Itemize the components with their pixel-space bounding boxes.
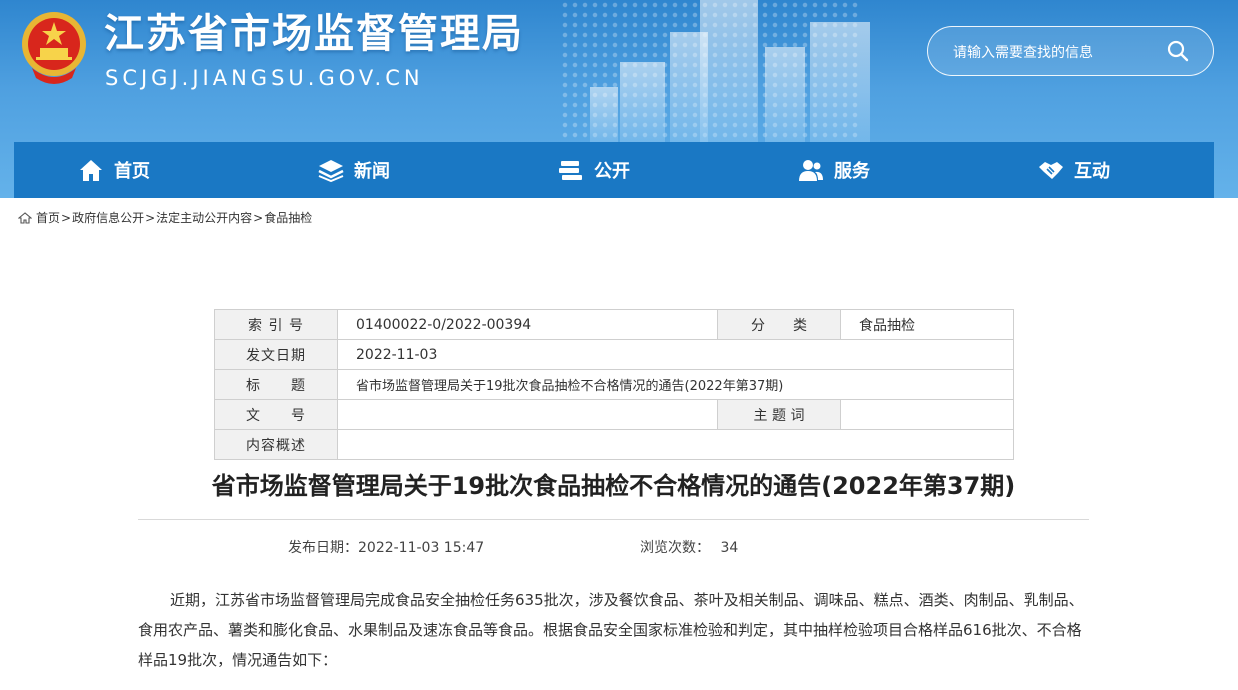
docno-value [337,399,718,430]
article-title: 省市场监督管理局关于19批次食品抽检不合格情况的通告(2022年第37期) [211,472,1016,500]
keyword-label: 主 题 词 [717,399,841,430]
search-input[interactable]: 请输入需要查找的信息 [953,42,1093,62]
index-value: 01400022-0/2022-00394 [337,309,718,340]
publish-value: 2022-11-03 15:47 [358,540,485,556]
keyword-value [840,399,1014,430]
nav-label: 公开 [594,161,630,182]
people-icon [799,160,823,181]
site-title[interactable]: 江苏省市场监督管理局 [104,8,524,60]
header-building [765,47,805,142]
header-building [810,22,870,142]
title-label: 标 题 [214,369,338,400]
document-info-table: 索 引 号 01400022-0/2022-00394 分 类 食品抽检 发文日… [214,309,1014,460]
breadcrumb: 首页 > 政府信息公开 > 法定主动公开内容 > 食品抽检 [18,209,312,226]
table-row: 索 引 号 01400022-0/2022-00394 分 类 食品抽检 [214,309,1014,340]
header-building [620,62,665,142]
header-building [590,87,618,142]
table-row: 发文日期 2022-11-03 [214,339,1014,370]
handshake-icon [1039,162,1063,179]
date-label: 发文日期 [214,339,338,370]
national-emblem-icon[interactable] [18,8,90,88]
table-row: 内容概述 [214,429,1014,460]
divider [138,519,1089,520]
main-nav: 首页 新闻 公开 服务 互动 [14,142,1214,198]
breadcrumb-separator: > [253,210,264,225]
views-label: 浏览次数： [640,540,710,556]
layers-icon [318,160,344,182]
nav-item-public[interactable]: 公开 [558,142,630,198]
nav-label: 首页 [114,161,150,182]
breadcrumb-item[interactable]: 首页 [36,209,60,226]
category-value: 食品抽检 [840,309,1014,340]
title-value: 省市场监督管理局关于19批次食品抽检不合格情况的通告(2022年第37期) [337,369,1014,400]
breadcrumb-item[interactable]: 政府信息公开 [72,209,144,226]
nav-item-home[interactable]: 首页 [78,142,150,198]
index-label: 索 引 号 [214,309,338,340]
publish-date: 发布日期：2022-11-03 15:47 [288,537,484,557]
header-building [700,0,758,142]
home-icon [18,211,32,224]
search-box[interactable]: 请输入需要查找的信息 [927,26,1214,76]
docno-label: 文 号 [214,399,338,430]
category-label: 分 类 [717,309,841,340]
breadcrumb-item[interactable]: 法定主动公开内容 [156,209,252,226]
nav-label: 服务 [834,161,870,182]
nav-item-news[interactable]: 新闻 [318,142,390,198]
search-icon[interactable] [1167,40,1189,62]
summary-value [337,429,1014,460]
home-icon [80,160,102,181]
book-stack-icon [559,161,582,180]
publish-label: 发布日期： [288,540,358,556]
breadcrumb-item[interactable]: 食品抽检 [264,209,312,226]
view-count: 浏览次数： 34 [640,537,738,557]
table-row: 标 题 省市场监督管理局关于19批次食品抽检不合格情况的通告(2022年第37期… [214,369,1014,400]
nav-item-service[interactable]: 服务 [798,142,870,198]
summary-label: 内容概述 [214,429,338,460]
site-domain: SCJGJ.JIANGSU.GOV.CN [105,66,424,90]
nav-label: 互动 [1074,161,1110,182]
breadcrumb-separator: > [61,210,72,225]
table-row: 文 号 主 题 词 [214,399,1014,430]
nav-label: 新闻 [354,161,390,182]
nav-item-interaction[interactable]: 互动 [1038,142,1110,198]
article-paragraph: 近期，江苏省市场监督管理局完成食品安全抽检任务635批次，涉及餐饮食品、茶叶及相… [138,591,1084,669]
breadcrumb-separator: > [145,210,156,225]
date-value: 2022-11-03 [337,339,1014,370]
views-value: 34 [720,540,739,556]
